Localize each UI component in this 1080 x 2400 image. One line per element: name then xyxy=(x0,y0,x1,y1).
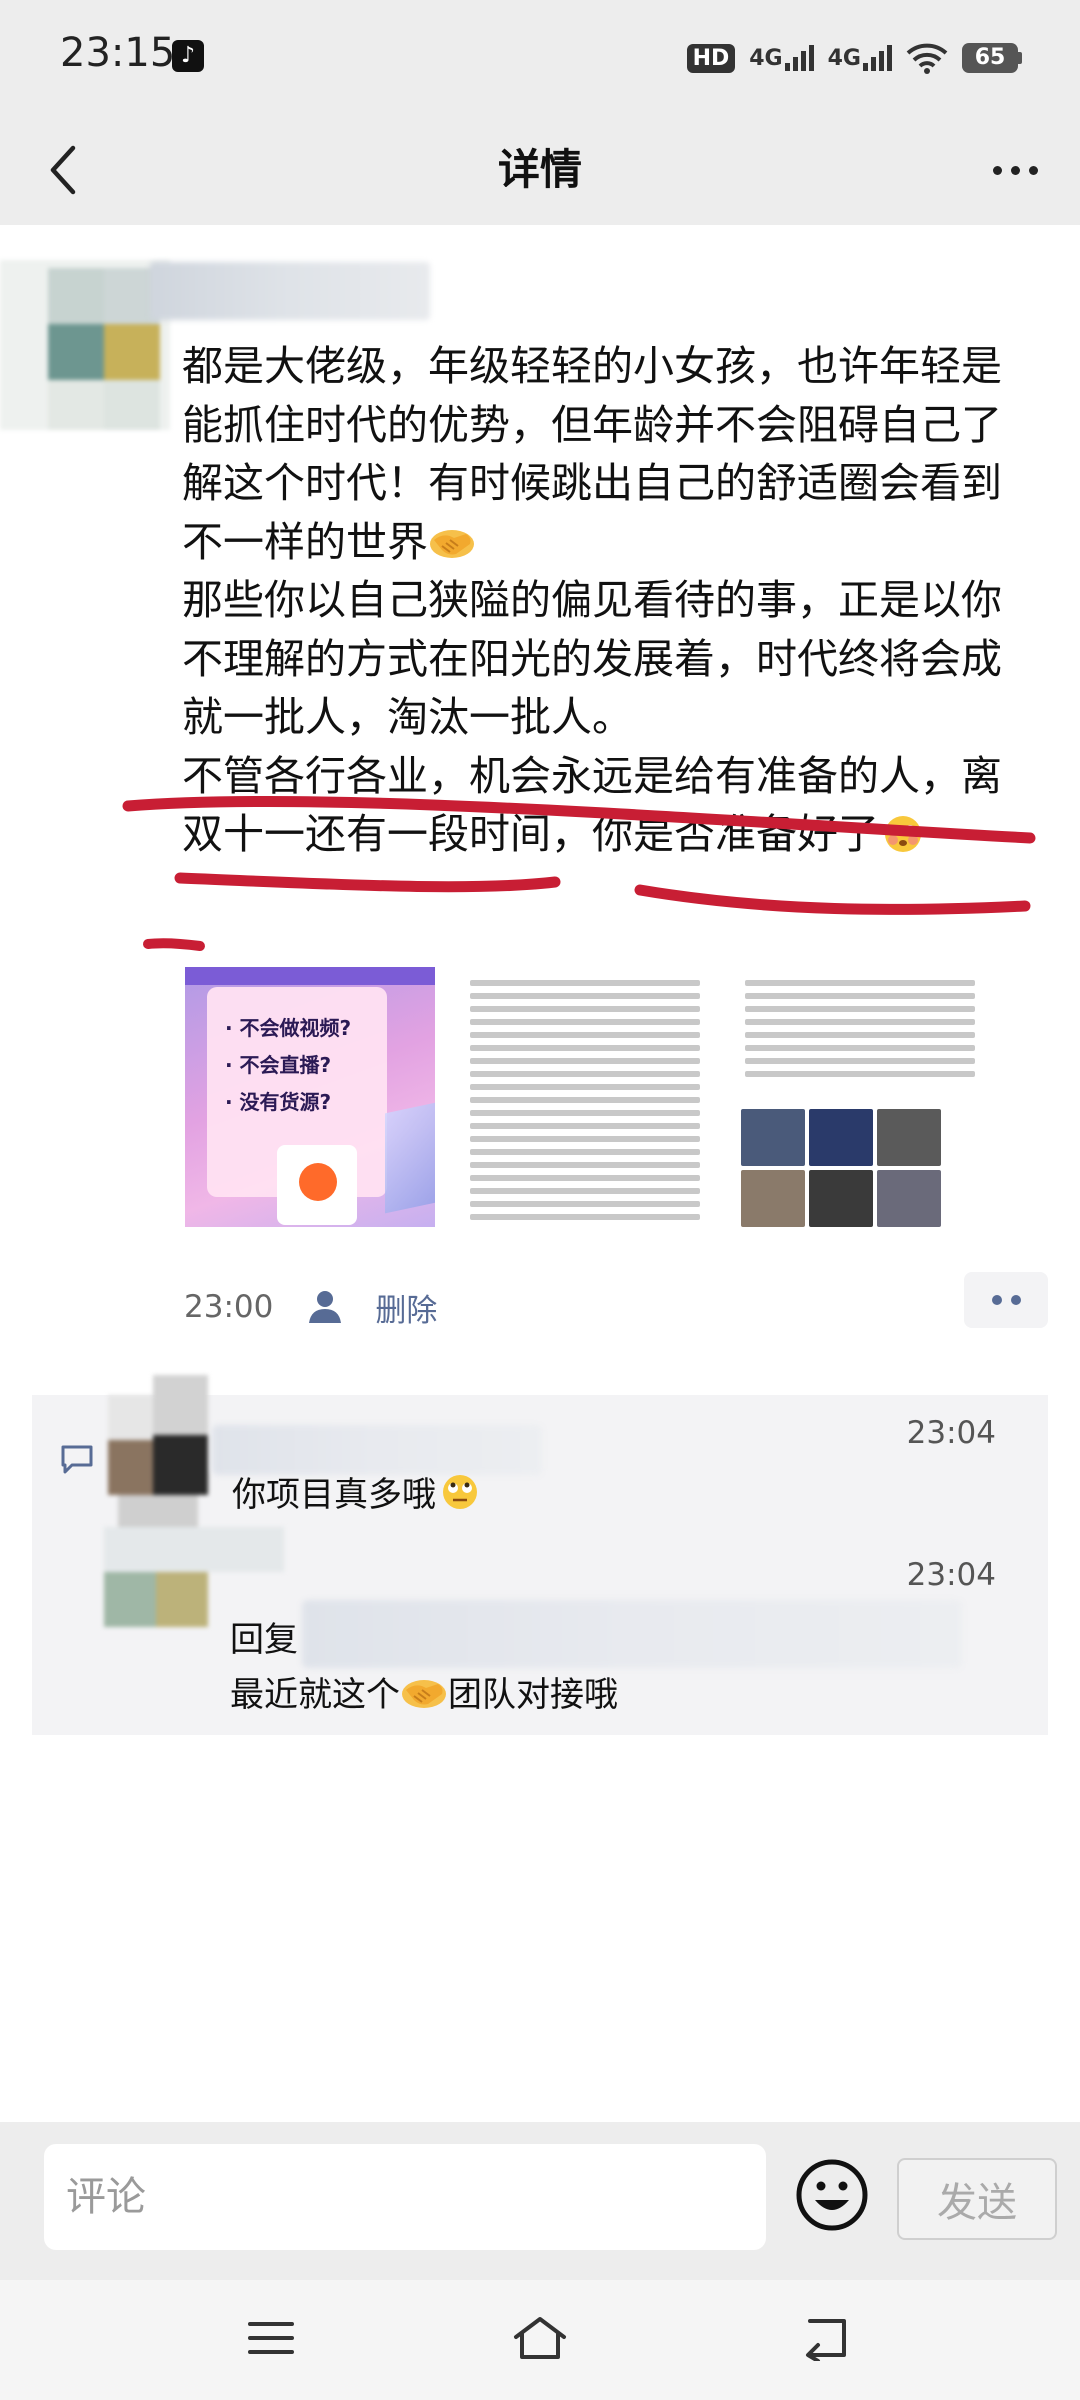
eye-roll-emoji-icon xyxy=(443,1475,477,1509)
post-image-1[interactable]: · 不会做视频? · 不会直播? · 没有货源? xyxy=(185,967,435,1227)
comment-time: 23:04 xyxy=(906,1415,996,1451)
net-label: 4G xyxy=(749,46,783,71)
dot xyxy=(991,1295,1002,1305)
comment-reply-line: 回复 xyxy=(230,1615,298,1665)
menu-icon xyxy=(248,2322,294,2354)
post-image-3[interactable] xyxy=(735,967,985,1227)
back-arrow-icon xyxy=(806,2319,846,2361)
comment-text-2: 最近就这个 团队对接哦 xyxy=(230,1670,618,1720)
delete-link[interactable]: 删除 xyxy=(375,1285,437,1330)
post-paragraph-2: 那些你以自己狭隘的偏见看待的事，正是以你不理解的方式在阳光的发展着，时代终将会成… xyxy=(182,576,1002,741)
user-visibility-icon xyxy=(309,1291,342,1323)
post-content: 都是大佬级，年级轻轻的小女孩，也许年轻是能抓住时代的优势，但年龄并不会阻碍自己了… xyxy=(182,337,1042,864)
author-name[interactable] xyxy=(150,262,430,320)
post-meta: 23:00 删除 xyxy=(184,1282,437,1332)
hd-icon: HD xyxy=(686,43,736,73)
handshake-emoji-icon-2 xyxy=(402,1680,446,1708)
photo-collage xyxy=(741,1109,941,1227)
post-images: · 不会做视频? · 不会直播? · 没有货源? xyxy=(185,967,985,1227)
reply-prefix: 回复 xyxy=(230,1620,298,1660)
signal-4g-icon: 4G xyxy=(749,45,814,71)
signal-4g-icon-2: 4G xyxy=(828,45,892,71)
thumb-line-3: · 没有货源? xyxy=(225,1090,332,1114)
system-nav-bar xyxy=(0,2280,1080,2400)
post-image-2[interactable] xyxy=(460,967,710,1227)
delete-action[interactable]: 删除 xyxy=(307,1285,437,1330)
commenter-name[interactable] xyxy=(212,1425,542,1475)
comment-text-before: 最近就这个 xyxy=(230,1675,400,1715)
emoji-picker-button[interactable] xyxy=(795,2158,869,2232)
more-dot xyxy=(1028,165,1038,175)
home-icon xyxy=(514,2317,566,2359)
comment-text-body: 你项目真多哦 xyxy=(232,1475,436,1515)
like-comment-button[interactable] xyxy=(964,1272,1048,1328)
handshake-emoji-icon xyxy=(430,529,474,558)
battery-level: 65 xyxy=(962,43,1018,73)
more-button[interactable] xyxy=(980,145,1050,195)
status-icons: HD 4G 4G 65 xyxy=(686,38,1022,78)
comment-input-bar: 发送 xyxy=(0,2122,1080,2280)
tiktok-notification-icon: ♪ xyxy=(172,40,204,72)
back-button[interactable] xyxy=(28,135,98,205)
author-avatar[interactable] xyxy=(0,260,170,430)
comment-text: 你项目真多哦 xyxy=(232,1470,484,1520)
comment-section: 23:04 你项目真多哦 23:04 回复 最近就这个 团队对接哦 xyxy=(32,1375,1048,1735)
status-time: 23:15 xyxy=(60,30,176,76)
thumb-line-2: · 不会直播? xyxy=(225,1053,332,1077)
more-dot xyxy=(1010,165,1020,175)
send-button[interactable]: 发送 xyxy=(897,2158,1057,2240)
nav-menu-button[interactable] xyxy=(236,2308,306,2368)
title-bar: 详情 xyxy=(0,115,1080,225)
chevron-left-icon xyxy=(50,145,76,195)
wifi-icon xyxy=(906,43,948,74)
flushed-emoji-icon xyxy=(885,816,921,852)
nav-back-button[interactable] xyxy=(790,2308,860,2368)
comment-input[interactable] xyxy=(44,2144,766,2250)
reply-target-name[interactable] xyxy=(302,1600,962,1668)
dot xyxy=(1010,1295,1021,1305)
qr-code-image xyxy=(277,1145,357,1225)
comment-bubble-icon xyxy=(61,1445,93,1474)
post-paragraph-1: 都是大佬级，年级轻轻的小女孩，也许年轻是能抓住时代的优势，但年龄并不会阻碍自己了… xyxy=(182,342,1002,566)
page-title: 详情 xyxy=(497,145,582,194)
net-label-2: 4G xyxy=(827,46,861,71)
post-time: 23:00 xyxy=(184,1289,274,1325)
thumb-line-1: · 不会做视频? xyxy=(225,1016,352,1040)
comment-time-2: 23:04 xyxy=(906,1557,996,1593)
comment-text-after: 团队对接哦 xyxy=(448,1675,618,1715)
nav-home-button[interactable] xyxy=(505,2308,575,2368)
battery-icon: 65 xyxy=(962,43,1022,73)
more-dot xyxy=(992,165,1002,175)
status-bar: 23:15 ♪ HD 4G 4G 65 xyxy=(0,0,1080,115)
